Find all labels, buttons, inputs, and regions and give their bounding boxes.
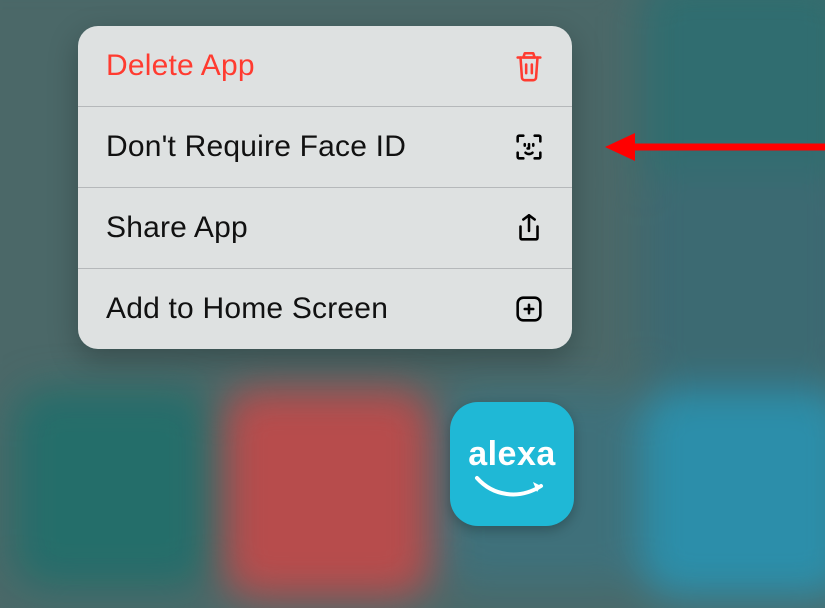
menu-item-label: Share App [106,211,248,245]
app-icon-label: alexa [468,435,556,474]
menu-item-dont-require-face-id[interactable]: Don't Require Face ID [78,106,572,187]
menu-item-add-to-home-screen[interactable]: Add to Home Screen [78,268,572,349]
menu-item-share-app[interactable]: Share App [78,187,572,268]
alexa-smile-icon [473,472,551,500]
menu-item-label: Don't Require Face ID [106,130,406,164]
menu-item-label: Delete App [106,49,255,83]
faceid-icon [512,130,546,164]
share-icon [512,211,546,245]
trash-icon [512,49,546,83]
plus-icon [512,292,546,326]
menu-item-delete-app[interactable]: Delete App [78,26,572,106]
app-icon-alexa[interactable]: alexa [450,402,574,526]
menu-item-label: Add to Home Screen [106,292,388,326]
annotation-arrow [605,127,825,167]
app-context-menu: Delete App Don't Require Face ID [78,26,572,349]
